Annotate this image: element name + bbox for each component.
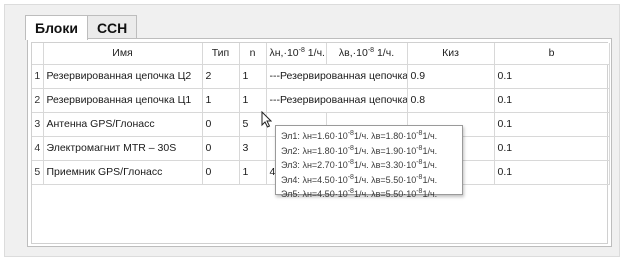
cell-b[interactable]: 0.1 bbox=[494, 64, 610, 89]
cell-n[interactable]: 1 bbox=[239, 88, 267, 113]
cell-name[interactable]: Резервированная цепочка Ц1 bbox=[43, 88, 203, 113]
row-number[interactable]: 4 bbox=[32, 136, 44, 161]
tooltip-lambda-n: λн=4.50·10 bbox=[302, 174, 348, 185]
tooltip-lambda-n: λн=1.60·10 bbox=[302, 131, 348, 141]
tooltip-unit: 1/ч. bbox=[422, 174, 438, 185]
corner-header[interactable] bbox=[32, 43, 44, 65]
tooltip-unit: 1/ч. bbox=[422, 145, 438, 156]
lambda-n-unit: 1/ч. bbox=[304, 47, 325, 60]
lambda-tooltip: Эл1: λн=1.60·10-81/ч. λв=1.80·10-81/ч. Э… bbox=[275, 125, 463, 199]
cell-type[interactable]: 0 bbox=[202, 136, 240, 161]
cell-b[interactable]: 0.1 bbox=[494, 112, 610, 137]
tab-ssn[interactable]: ССН bbox=[86, 15, 138, 39]
column-header-lambda-v[interactable]: λв,·10-8 1/ч. bbox=[326, 43, 408, 65]
lambda-v-unit: 1/ч. bbox=[374, 47, 395, 60]
column-header-kiz[interactable]: Киз bbox=[407, 43, 495, 65]
cell-type[interactable]: 1 bbox=[202, 88, 240, 113]
column-header-b[interactable]: b bbox=[494, 43, 610, 65]
tooltip-unit: 1/ч. bbox=[422, 131, 438, 141]
cell-kiz[interactable]: 0.8 bbox=[407, 88, 495, 113]
cell-lambda-span[interactable]: ---Резервированная цепочка--- bbox=[266, 88, 408, 113]
mouse-pointer-icon bbox=[261, 111, 272, 128]
cell-name[interactable]: Резервированная цепочка Ц2 bbox=[43, 64, 203, 89]
cell-type[interactable]: 0 bbox=[202, 160, 240, 185]
tooltip-element-label: Эл2: bbox=[281, 145, 300, 156]
cell-type[interactable]: 2 bbox=[202, 64, 240, 89]
tooltip-lambda-n: λн=4.50·10 bbox=[302, 189, 348, 200]
table-row[interactable]: 2 Резервированная цепочка Ц1 1 1 ---Резе… bbox=[32, 88, 610, 113]
table-header: Имя Тип n λн,·10-8 1/ч. λв,·10-8 1/ч. Ки… bbox=[32, 43, 610, 65]
lambda-v-label: λв,·10 bbox=[338, 47, 368, 60]
cell-b[interactable]: 0.1 bbox=[494, 160, 610, 185]
column-header-lambda-n[interactable]: λн,·10-8 1/ч. bbox=[266, 43, 327, 65]
cell-n[interactable]: 3 bbox=[239, 136, 267, 161]
cell-n[interactable]: 1 bbox=[239, 64, 267, 89]
column-header-type[interactable]: Тип bbox=[202, 43, 240, 65]
row-number[interactable]: 1 bbox=[32, 64, 44, 89]
tab-bar: Блоки ССН bbox=[25, 15, 138, 40]
cell-kiz[interactable]: 0.9 bbox=[407, 64, 495, 89]
cell-type[interactable]: 0 bbox=[202, 112, 240, 137]
tooltip-line: Эл1: λн=1.60·10-81/ч. λв=1.80·10-81/ч. bbox=[281, 128, 457, 143]
row-number[interactable]: 3 bbox=[32, 112, 44, 137]
tooltip-unit: 1/ч. bbox=[422, 160, 438, 171]
cell-name[interactable]: Приемник GPS/Глонасс bbox=[43, 160, 203, 185]
tooltip-element-label: Эл1: bbox=[281, 131, 300, 141]
tooltip-unit: 1/ч. bbox=[422, 189, 438, 200]
tooltip-lambda-v: 1/ч. λв=3.30·10 bbox=[353, 160, 417, 171]
row-number[interactable]: 5 bbox=[32, 160, 44, 185]
column-header-name[interactable]: Имя bbox=[43, 43, 203, 65]
cell-n[interactable]: 1 bbox=[239, 160, 267, 185]
cell-name[interactable]: Антенна GPS/Глонасс bbox=[43, 112, 203, 137]
lambda-n-label: λн,·10 bbox=[269, 47, 299, 60]
table-row[interactable]: 1 Резервированная цепочка Ц2 2 1 ---Резе… bbox=[32, 64, 610, 89]
tooltip-lambda-v: 1/ч. λв=5.50·10 bbox=[353, 174, 417, 185]
tooltip-lambda-v: 1/ч. λв=1.80·10 bbox=[353, 131, 417, 141]
cell-lambda-span[interactable]: ---Резервированная цепочка--- bbox=[266, 64, 408, 89]
cell-b[interactable]: 0.1 bbox=[494, 136, 610, 161]
tooltip-line: Эл2: λн=1.80·10-81/ч. λв=1.90·10-81/ч. bbox=[281, 143, 457, 158]
column-header-n[interactable]: n bbox=[239, 43, 267, 65]
cell-name[interactable]: Электромагнит MTR – 30S bbox=[43, 136, 203, 161]
tooltip-lambda-n: λн=2.70·10 bbox=[302, 160, 348, 171]
tooltip-line: Эл4: λн=4.50·10-81/ч. λв=5.50·10-81/ч. bbox=[281, 172, 457, 187]
tooltip-element-label: Эл3: bbox=[281, 160, 300, 171]
tab-bloki[interactable]: Блоки bbox=[25, 15, 88, 40]
tooltip-element-label: Эл5: bbox=[281, 189, 300, 200]
tooltip-lambda-v: 1/ч. λв=1.90·10 bbox=[353, 145, 417, 156]
tooltip-element-label: Эл4: bbox=[281, 174, 300, 185]
cell-b[interactable]: 0.1 bbox=[494, 88, 610, 113]
tooltip-line: Эл5: λн=4.50·10-81/ч. λв=5.50·10-81/ч. bbox=[281, 186, 457, 201]
tooltip-lambda-v: 1/ч. λв=5.50·10 bbox=[353, 189, 417, 200]
tooltip-lambda-n: λн=1.80·10 bbox=[302, 145, 348, 156]
tooltip-line: Эл3: λн=2.70·10-81/ч. λв=3.30·10-81/ч. bbox=[281, 157, 457, 172]
row-number[interactable]: 2 bbox=[32, 88, 44, 113]
window: Блоки ССН Имя Тип n λн,·10-8 1/ч. λв,·10… bbox=[4, 4, 620, 257]
